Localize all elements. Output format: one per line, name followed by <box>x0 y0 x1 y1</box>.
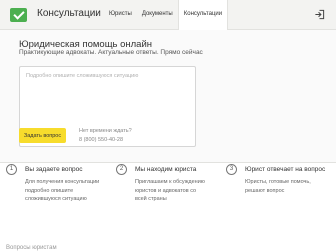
step-number-icon: 3 <box>226 164 237 175</box>
top-bar: Консультации Юристы Документы Консультац… <box>0 0 336 30</box>
no-time-text: Нет времени ждать? <box>79 128 132 134</box>
step-number-icon: 1 <box>6 164 17 175</box>
nav-item-documents[interactable]: Документы <box>137 0 178 30</box>
login-icon[interactable] <box>314 9 325 20</box>
nav-item-lawyers[interactable]: Юристы <box>104 0 137 30</box>
brand-name[interactable]: Консультации <box>37 8 101 19</box>
page-subtitle: Практикующие адвокаты. Актуальные ответы… <box>19 49 203 56</box>
step-description: Для получения консультации подробно опиш… <box>25 179 100 203</box>
hero-section: Юридическая помощь онлайн Практикующие а… <box>0 30 336 162</box>
step-description: Юристы, готовые помочь, решают вопрос <box>245 179 311 194</box>
step-number-icon: 2 <box>116 164 127 175</box>
main-nav: Юристы Документы Консультации <box>104 0 229 30</box>
section-divider <box>0 162 336 163</box>
step-description: Приглашаем к обсуждению юристов и адвока… <box>135 179 205 203</box>
phone-link[interactable]: 8 (800) 550-40-28 <box>79 137 123 143</box>
step-title: Мы находим юриста <box>135 166 197 173</box>
logo-icon[interactable] <box>10 8 27 22</box>
ask-question-button[interactable]: Задать вопрос <box>19 128 66 143</box>
step-title: Юрист отвечает на вопрос <box>245 166 326 173</box>
next-section-heading: Вопросы юристам <box>6 245 57 251</box>
step-title: Вы задаете вопрос <box>25 166 83 173</box>
nav-item-consultations[interactable]: Консультации <box>177 0 229 30</box>
